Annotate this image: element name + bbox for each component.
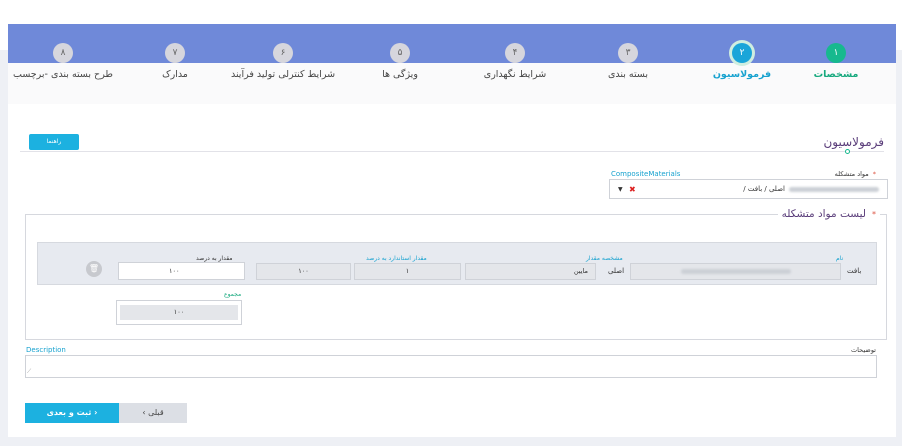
step-8[interactable]: ۸ طرح بسته بندی -برچسب xyxy=(0,43,133,80)
sum-value: ۱۰۰ xyxy=(120,305,238,320)
materials-list-title: لیست مواد متشکله * xyxy=(777,208,880,220)
clear-icon[interactable]: ✖ xyxy=(629,185,636,194)
materials-select[interactable]: / اصلی / بافت ✖ ▼ xyxy=(609,179,888,199)
step-6-circle: ۶ xyxy=(273,43,293,63)
sum-label: مجموع xyxy=(224,291,242,298)
materials-label-text: مواد متشکله xyxy=(834,170,869,178)
header-name: نام xyxy=(836,255,844,262)
description-label-en: Description xyxy=(26,346,66,354)
step-7-circle: ۷ xyxy=(165,43,185,63)
resize-grip-icon[interactable]: ⟋ xyxy=(27,368,31,376)
chevron-down-icon[interactable]: ▼ xyxy=(618,186,623,193)
step-2-circle: ۲ xyxy=(732,43,752,63)
name-field[interactable] xyxy=(630,263,841,280)
percent-input[interactable]: ۱۰۰ xyxy=(118,262,245,280)
wizard-stepper: ۱ مشخصات ۲ فرمولاسیون ۳ بسته بندی ۴ شرای… xyxy=(8,24,896,104)
required-mark: * xyxy=(872,170,876,178)
title-marker xyxy=(845,149,850,154)
step-5-circle: ۵ xyxy=(390,43,410,63)
header-standard-percent: مقدار استاندارد به درصد xyxy=(366,255,427,262)
description-label-fa: توضیحات xyxy=(851,346,876,354)
sum-box: ۱۰۰ xyxy=(116,300,242,325)
composite-materials-label: CompositeMaterials xyxy=(611,170,681,178)
form-title: فرمولاسیون xyxy=(823,135,884,149)
step-1-circle: ۱ xyxy=(826,43,846,63)
save-next-button[interactable]: ثبت و بعدی › xyxy=(25,403,119,423)
description-textarea[interactable]: ⟋ xyxy=(25,355,877,378)
standard-low-field[interactable]: ۱ xyxy=(354,263,461,280)
step-8-label: طرح بسته بندی -برچسب xyxy=(13,69,113,80)
materials-label: مواد متشکله * xyxy=(835,170,876,178)
blurred-name xyxy=(680,268,791,274)
header-percent: مقدار به درصد xyxy=(196,255,233,262)
step-8-circle: ۸ xyxy=(53,43,73,63)
page: ۱ مشخصات ۲ فرمولاسیون ۳ بسته بندی ۴ شرای… xyxy=(0,0,902,446)
row-texture: بافت xyxy=(847,267,862,275)
quantity-spec-field[interactable]: مایین xyxy=(465,263,596,280)
previous-button[interactable]: ‹ قبلی xyxy=(119,403,187,423)
header-quantity-spec: مشخصه مقدار xyxy=(586,255,623,262)
title-divider xyxy=(20,151,884,152)
step-3-circle: ۳ xyxy=(618,43,638,63)
list-title-text: لیست مواد متشکله xyxy=(781,208,866,220)
help-button[interactable]: راهنما xyxy=(29,134,79,150)
step-4-circle: ۴ xyxy=(505,43,525,63)
materials-selected-value: / اصلی / بافت xyxy=(743,185,879,193)
blurred-material-name xyxy=(789,186,879,192)
standard-high-field[interactable]: ۱۰۰ xyxy=(256,263,351,280)
materials-value-text: / اصلی / بافت xyxy=(743,185,785,193)
trash-icon[interactable]: 🗑 xyxy=(86,261,102,277)
row-main: اصلی xyxy=(608,267,625,275)
list-required-mark: * xyxy=(872,210,876,219)
